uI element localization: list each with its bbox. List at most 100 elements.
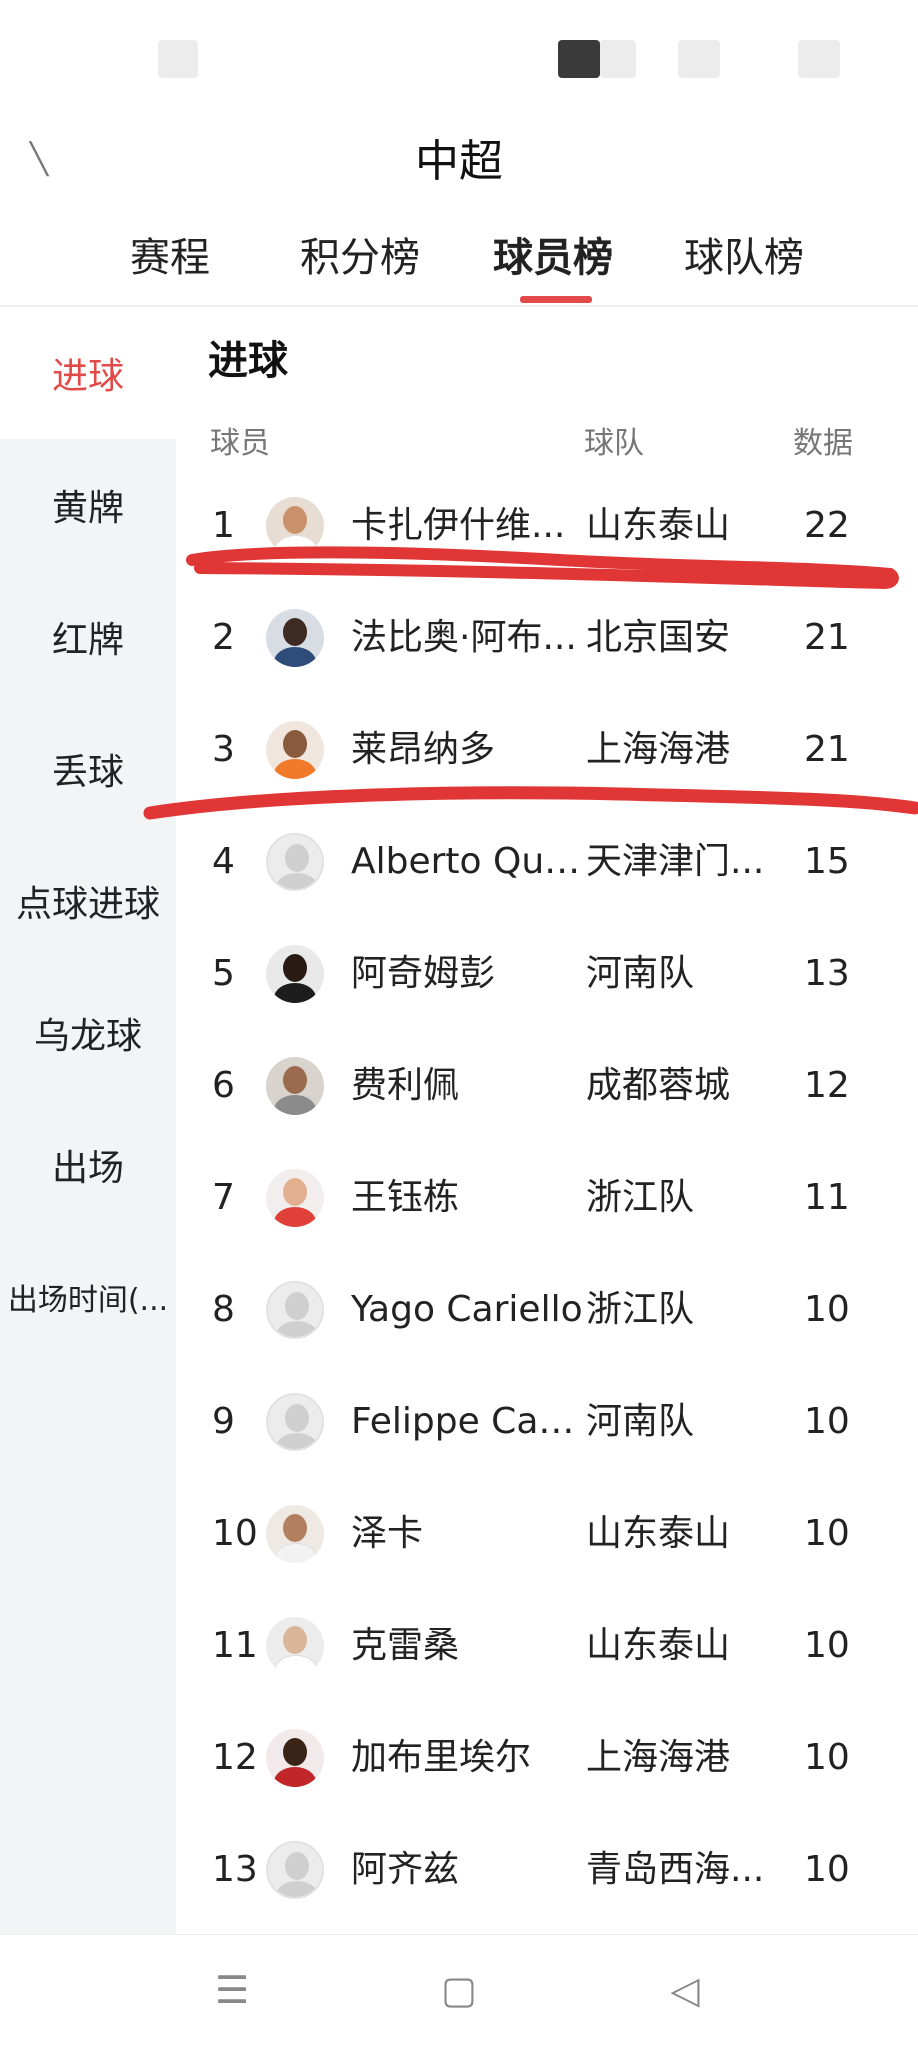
player-name: 费利佩	[351, 1065, 460, 1106]
table-row[interactable]: 11 克雷桑 山东泰山 10	[176, 1590, 918, 1702]
column-header-player: 球员	[210, 426, 270, 461]
table-row[interactable]: 1 卡扎伊什维... 山东泰山 22	[176, 470, 918, 582]
player-name: 泽卡	[351, 1513, 424, 1554]
stat-value: 21	[804, 729, 850, 770]
table-row[interactable]: 6 费利佩 成都蓉城 12	[176, 1030, 918, 1142]
player-avatar	[266, 1617, 324, 1675]
column-header-value: 数据	[793, 426, 853, 461]
stat-value: 10	[804, 1625, 850, 1666]
player-name: Yago Cariello	[351, 1289, 583, 1330]
stat-value: 15	[804, 841, 850, 882]
page-title: 中超	[415, 136, 503, 187]
player-avatar-placeholder	[266, 833, 324, 891]
sidebar-item-conceded[interactable]: 丢球	[0, 703, 176, 835]
player-name: 加布里埃尔	[351, 1737, 532, 1778]
rank-number: 12	[212, 1737, 258, 1778]
stat-value: 10	[804, 1401, 850, 1442]
column-header-team: 球队	[584, 426, 644, 461]
sidebar-item-yellow-cards[interactable]: 黄牌	[0, 439, 176, 571]
sidebar-item-red-cards[interactable]: 红牌	[0, 571, 176, 703]
status-signal-icon	[558, 40, 600, 78]
player-name: 阿奇姆彭	[351, 953, 496, 994]
stat-value: 10	[804, 1737, 850, 1778]
stat-value: 10	[804, 1513, 850, 1554]
team-name: 山东泰山	[586, 1513, 731, 1554]
table-row[interactable]: 9 Felippe Car... 河南队 10	[176, 1366, 918, 1478]
rank-number: 10	[212, 1513, 258, 1554]
player-avatar	[266, 1729, 324, 1787]
tab-bar: 赛程 积分榜 球员榜 球队榜	[0, 225, 918, 305]
stat-value: 11	[804, 1177, 850, 1218]
rank-number: 2	[212, 617, 235, 658]
team-name: 青岛西海...	[586, 1849, 765, 1890]
menu-icon[interactable]: ☰	[207, 1965, 257, 2015]
team-name: 河南队	[586, 1401, 695, 1442]
sidebar-item-own-goals[interactable]: 乌龙球	[0, 967, 176, 1099]
rank-number: 5	[212, 953, 235, 994]
player-avatar	[266, 609, 324, 667]
status-bar	[0, 0, 918, 110]
team-name: 浙江队	[586, 1289, 695, 1330]
status-battery-icon	[798, 40, 840, 78]
player-name: 王钰栋	[351, 1177, 460, 1218]
status-network-icon	[600, 40, 636, 78]
player-name: 卡扎伊什维...	[351, 505, 566, 546]
tab-standings[interactable]: 积分榜	[300, 225, 420, 283]
status-wifi-icon	[678, 40, 720, 78]
tab-player-ranking[interactable]: 球员榜	[493, 225, 613, 283]
player-name: Felippe Car...	[351, 1401, 583, 1442]
system-nav-bar: ☰ ▢ ◁	[0, 1934, 918, 2049]
table-row[interactable]: 5 阿奇姆彭 河南队 13	[176, 918, 918, 1030]
player-avatar	[266, 497, 324, 555]
player-avatar	[266, 1057, 324, 1115]
stat-category-sidebar: 进球 黄牌 红牌 丢球 点球进球 乌龙球 出场 出场时间(...	[0, 307, 176, 1934]
team-name: 浙江队	[586, 1177, 695, 1218]
team-name: 上海海港	[586, 1737, 731, 1778]
home-icon[interactable]: ▢	[434, 1965, 484, 2015]
table-row[interactable]: 13 阿齐兹 青岛西海... 10	[176, 1814, 918, 1926]
stat-value: 10	[804, 1289, 850, 1330]
section-title: 进球	[208, 338, 288, 384]
player-name: 法比奥·阿布...	[351, 617, 577, 658]
player-name: Alberto Quil...	[351, 841, 583, 882]
table-row[interactable]: 3 莱昂纳多 上海海港 21	[176, 694, 918, 806]
team-name: 天津津门...	[586, 841, 765, 882]
player-name: 阿齐兹	[351, 1849, 460, 1890]
rank-number: 3	[212, 729, 235, 770]
team-name: 山东泰山	[586, 1625, 731, 1666]
rank-number: 4	[212, 841, 235, 882]
rank-number: 1	[212, 505, 235, 546]
sidebar-item-goals[interactable]: 进球	[0, 307, 176, 439]
player-avatar	[266, 721, 324, 779]
stat-value: 12	[804, 1065, 850, 1106]
player-avatar-placeholder	[266, 1841, 324, 1899]
rank-number: 13	[212, 1849, 258, 1890]
table-row[interactable]: 7 王钰栋 浙江队 11	[176, 1142, 918, 1254]
status-left-block	[158, 40, 198, 78]
tab-team-ranking[interactable]: 球队榜	[684, 225, 804, 283]
player-name: 莱昂纳多	[351, 729, 496, 770]
player-avatar	[266, 945, 324, 1003]
table-row[interactable]: 10 泽卡 山东泰山 10	[176, 1478, 918, 1590]
stat-value: 13	[804, 953, 850, 994]
sidebar-item-minutes-played[interactable]: 出场时间(...	[0, 1231, 176, 1363]
player-avatar-placeholder	[266, 1281, 324, 1339]
rank-number: 8	[212, 1289, 235, 1330]
player-avatar-placeholder	[266, 1393, 324, 1451]
table-row[interactable]: 2 法比奥·阿布... 北京国安 21	[176, 582, 918, 694]
table-row[interactable]: 12 加布里埃尔 上海海港 10	[176, 1702, 918, 1814]
sidebar-item-penalty-goals[interactable]: 点球进球	[0, 835, 176, 967]
table-row[interactable]: 4 Alberto Quil... 天津津门... 15	[176, 806, 918, 918]
team-name: 山东泰山	[586, 505, 731, 546]
stat-value: 21	[804, 617, 850, 658]
team-name: 河南队	[586, 953, 695, 994]
triangle-back-icon[interactable]: ◁	[660, 1965, 710, 2015]
stat-value: 10	[804, 1849, 850, 1890]
player-name: 克雷桑	[351, 1625, 460, 1666]
tab-schedule[interactable]: 赛程	[130, 225, 210, 283]
player-avatar	[266, 1169, 324, 1227]
sidebar-item-appearances[interactable]: 出场	[0, 1099, 176, 1231]
team-name: 上海海港	[586, 729, 731, 770]
table-row[interactable]: 8 Yago Cariello 浙江队 10	[176, 1254, 918, 1366]
player-avatar	[266, 1505, 324, 1563]
